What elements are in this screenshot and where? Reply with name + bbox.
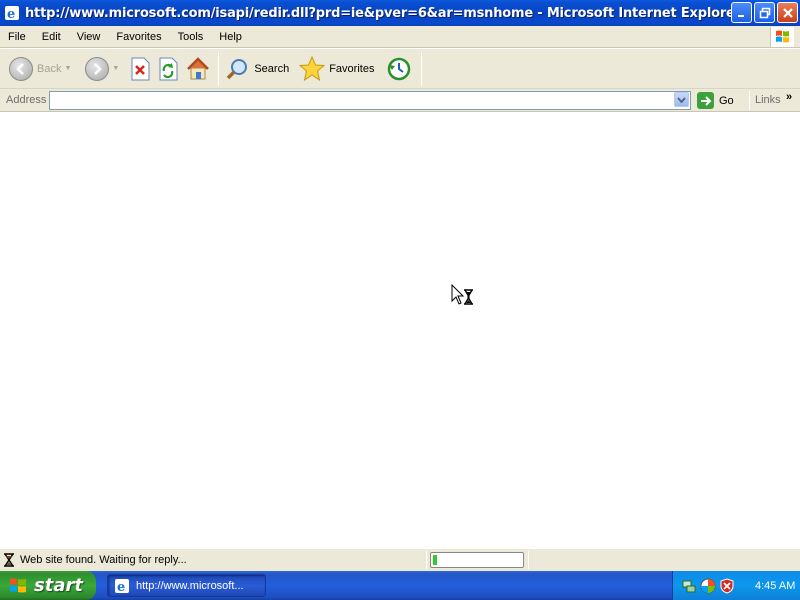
stop-button[interactable] [126, 52, 154, 86]
hourglass-icon [3, 553, 15, 567]
minimize-icon [737, 14, 744, 17]
menu-tools[interactable]: Tools [170, 27, 212, 47]
restore-icon [759, 7, 770, 18]
search-label: Search [254, 62, 290, 75]
svg-text:e: e [117, 580, 125, 594]
go-button[interactable]: Go [697, 92, 734, 109]
links-separator [749, 91, 750, 110]
home-button[interactable] [182, 52, 214, 86]
home-icon [187, 56, 210, 79]
busy-cursor-icon [451, 283, 475, 306]
start-button[interactable]: start [0, 571, 96, 600]
history-button[interactable] [383, 52, 415, 86]
status-text: Web site found. Waiting for reply... [20, 554, 187, 566]
address-bar: Address Go Links » [0, 89, 800, 112]
page-content[interactable] [0, 113, 800, 548]
links-chevron-icon[interactable]: » [786, 91, 792, 103]
start-label: start [34, 575, 83, 596]
title-bar[interactable]: e http://www.microsoft.com/isapi/redir.d… [0, 0, 800, 26]
search-icon [227, 58, 248, 79]
address-label: Address [6, 94, 47, 106]
ie-icon: e [114, 578, 130, 595]
back-label: Back [37, 62, 62, 75]
windows-flag-icon [8, 576, 28, 596]
links-toolbar[interactable]: Links [755, 94, 781, 106]
progress-bar [430, 552, 524, 568]
progress-fill [433, 555, 438, 565]
favorites-star-icon [299, 55, 326, 81]
close-button[interactable] [777, 2, 798, 23]
address-input[interactable] [49, 91, 691, 110]
go-arrow-icon [697, 92, 714, 109]
history-icon [388, 57, 411, 80]
clock[interactable]: 4:45 AM [755, 580, 795, 592]
ie-icon: e [4, 5, 20, 22]
back-button[interactable]: Back ▼ [6, 52, 74, 86]
menu-view[interactable]: View [69, 27, 109, 47]
taskbar-item-ie[interactable]: e http://www.microsoft... [107, 574, 266, 597]
menu-edit[interactable]: Edit [34, 27, 69, 47]
taskbar: start e http://www.microsoft... 4:45 AM [0, 571, 800, 600]
chevron-down-icon [677, 96, 686, 103]
system-tray: 4:45 AM [672, 571, 800, 600]
security-center-icon[interactable] [700, 578, 716, 594]
window-controls [731, 2, 798, 23]
favorites-button[interactable]: Favorites [296, 52, 377, 86]
standard-toolbar: Back ▼ ▼ Search Favorites [0, 49, 800, 89]
menu-help[interactable]: Help [211, 27, 250, 47]
network-icon[interactable] [681, 578, 697, 594]
close-icon [782, 7, 793, 18]
search-button[interactable]: Search [223, 52, 292, 86]
windows-logo-icon [770, 27, 794, 47]
stop-icon [131, 57, 150, 80]
refresh-icon [159, 57, 178, 80]
status-separator [426, 551, 427, 569]
minimize-button[interactable] [731, 2, 752, 23]
maximize-button[interactable] [754, 2, 775, 23]
toolbar-separator [218, 51, 220, 86]
menu-file[interactable]: File [0, 27, 34, 47]
back-dropdown-icon[interactable]: ▼ [64, 65, 71, 72]
svg-text:e: e [7, 7, 15, 21]
forward-dropdown-icon[interactable]: ▼ [112, 65, 119, 72]
go-label: Go [719, 94, 734, 107]
forward-arrow-icon [85, 56, 110, 81]
taskbar-item-label: http://www.microsoft... [136, 579, 244, 592]
back-arrow-icon [9, 56, 33, 81]
address-dropdown-button[interactable] [674, 92, 689, 107]
toolbar-separator-end [421, 51, 423, 86]
menu-favorites[interactable]: Favorites [108, 27, 169, 47]
favorites-label: Favorites [329, 62, 375, 75]
forward-button[interactable]: ▼ [82, 52, 122, 86]
menu-bar: File Edit View Favorites Tools Help [0, 26, 800, 48]
refresh-button[interactable] [154, 52, 182, 86]
status-bar: Web site found. Waiting for reply... [0, 548, 800, 571]
status-separator-2 [528, 551, 529, 569]
window-title: http://www.microsoft.com/isapi/redir.dll… [25, 5, 741, 21]
shield-icon[interactable] [719, 577, 735, 594]
